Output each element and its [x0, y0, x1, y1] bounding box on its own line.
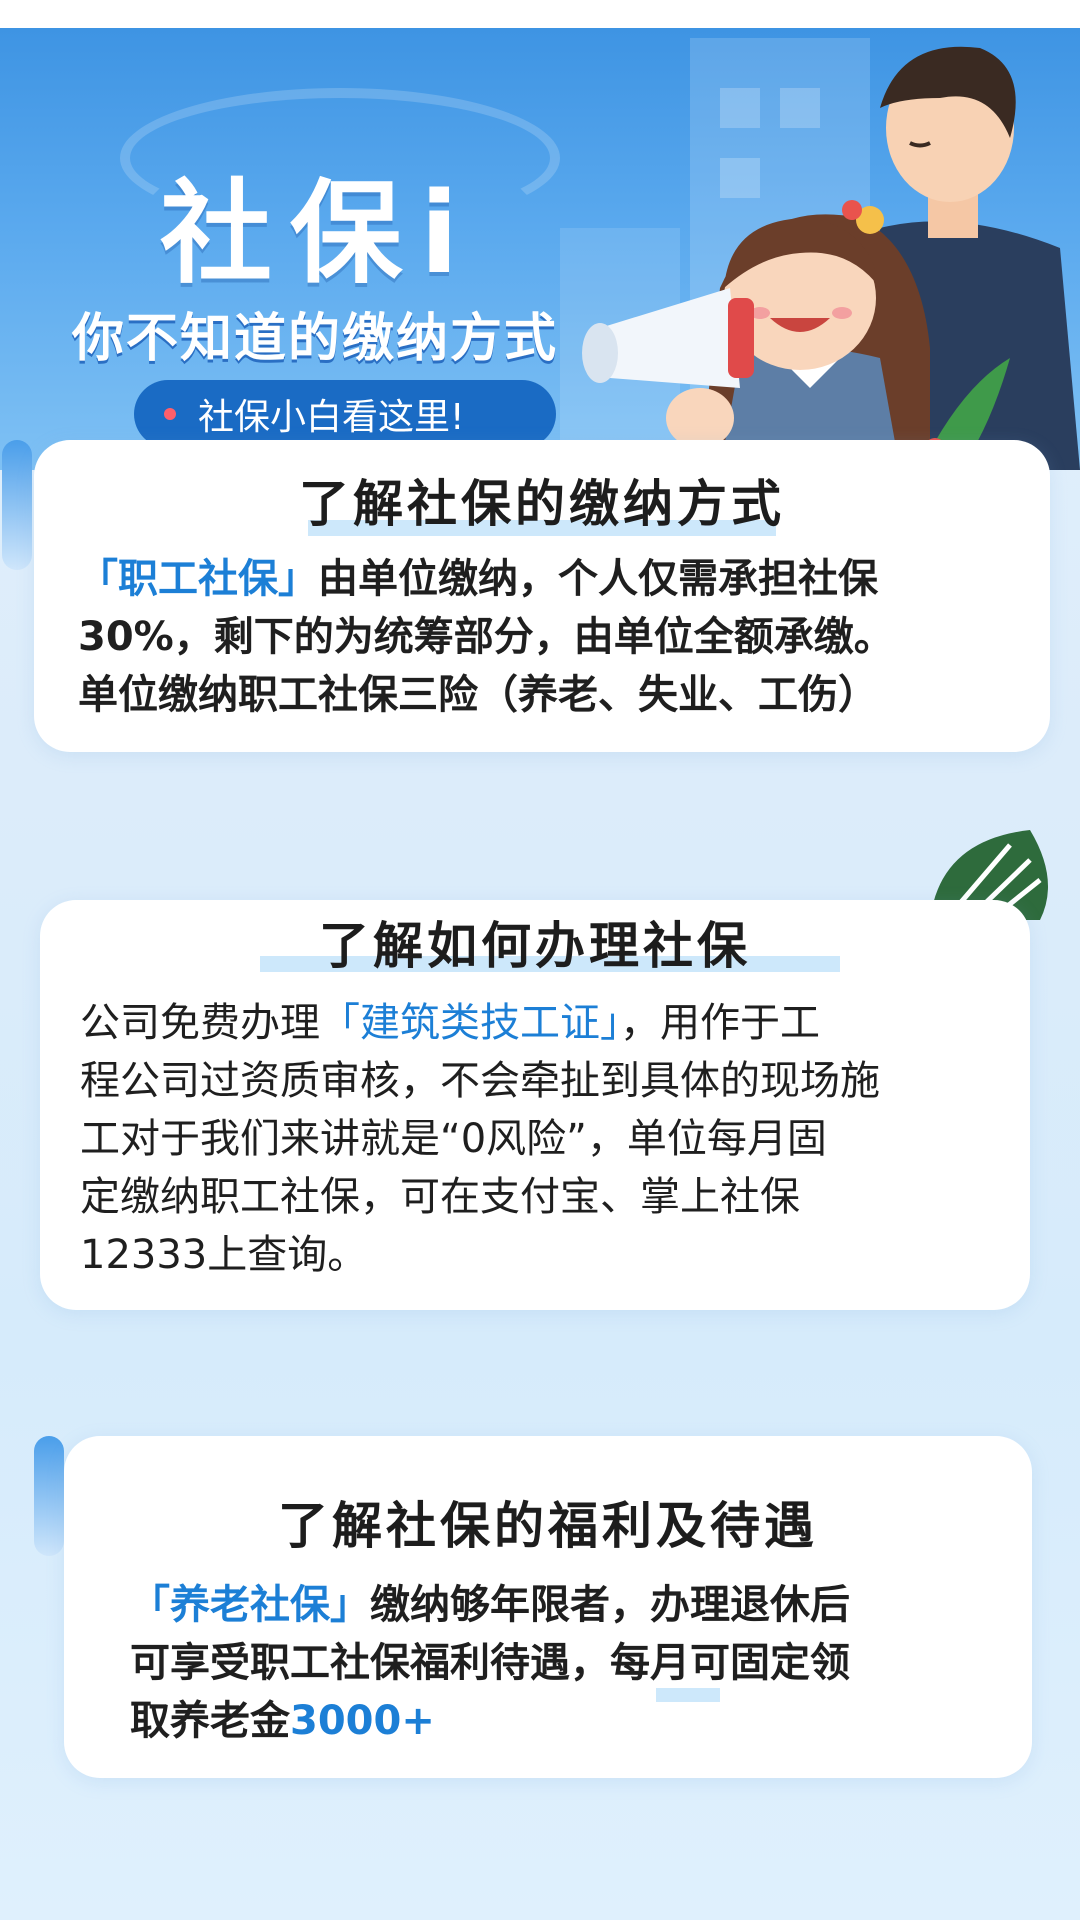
section-title: 了解社保的福利及待遇	[278, 1497, 818, 1555]
card-accent-bar	[2, 440, 32, 570]
top-strip	[0, 0, 1080, 28]
megaphone	[582, 288, 754, 448]
section-card-payment: 了解社保的缴纳方式 「职工社保」由单位缴纳，个人仅需承担社保 30%，剩下的为统…	[34, 440, 1050, 752]
card-accent-bar	[34, 1436, 64, 1556]
section-card-benefits: 了解社保的福利及待遇 「养老社保」缴纳够年限者，办理退休后 可享受职工社保福利待…	[64, 1436, 1032, 1778]
hero-title: 社保i	[160, 169, 477, 299]
decorative-bar	[656, 1688, 720, 1702]
line-text: ，用作于工	[620, 1000, 820, 1046]
line-text: 缴纳够年限者，办理退休后	[370, 1582, 850, 1628]
hero-banner: 社保i 你不知道的缴纳方式 社保小白看这里!	[0, 28, 1080, 470]
line-prefix: 公司免费办理	[80, 1000, 320, 1046]
highlight-text: 「建筑类技工证」	[320, 1000, 620, 1046]
section-line: 「养老社保」缴纳够年限者，办理退休后	[130, 1576, 850, 1634]
section-line: 定缴纳职工社保，可在支付宝、掌上社保	[80, 1174, 800, 1220]
section-title: 了解社保的缴纳方式	[299, 475, 785, 533]
section-line: 「职工社保」由单位缴纳，个人仅需承担社保	[78, 550, 878, 608]
section-line: 12333上查询。	[80, 1232, 368, 1278]
line-text: 由单位缴纳，个人仅需承担社保	[318, 556, 878, 602]
pill-text: 社保小白看这里!	[198, 397, 465, 438]
section-title: 了解如何办理社保	[319, 917, 751, 975]
section-card-handling: 了解如何办理社保 公司免费办理「建筑类技工证」，用作于工 程公司过资质审核，不会…	[40, 900, 1030, 1310]
hero-pill-badge: 社保小白看这里!	[134, 380, 556, 448]
line-prefix: 取养老金	[130, 1698, 290, 1744]
hero-subtitle: 你不知道的缴纳方式	[72, 309, 559, 369]
section-line: 取养老金3000+	[130, 1692, 435, 1750]
highlight-text: 「职工社保」	[78, 556, 318, 602]
section-line: 工对于我们来讲就是“0风险”，单位每月固	[80, 1116, 827, 1162]
section-line: 可享受职工社保福利待遇，每月可固定领	[130, 1640, 850, 1686]
section-line: 公司免费办理「建筑类技工证」，用作于工	[80, 994, 820, 1052]
highlight-text: 3000+	[290, 1698, 435, 1744]
section-line: 30%，剩下的为统筹部分，由单位全额承缴。	[78, 614, 894, 660]
red-dot-icon	[164, 408, 176, 420]
highlight-text: 「养老社保」	[130, 1582, 370, 1628]
section-line: 单位缴纳职工社保三险（养老、失业、工伤）	[78, 672, 878, 718]
section-line: 程公司过资质审核，不会牵扯到具体的现场施	[80, 1058, 880, 1104]
